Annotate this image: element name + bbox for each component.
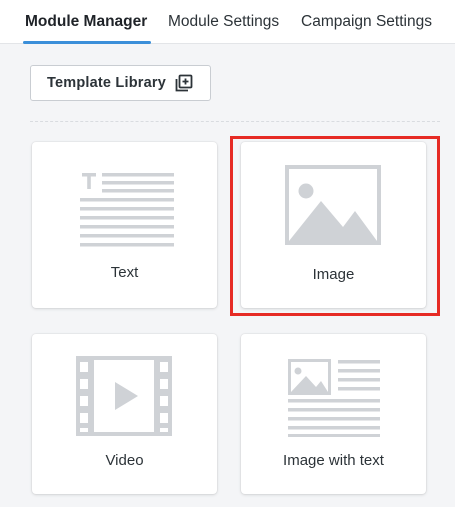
- module-card-image[interactable]: Image: [241, 142, 426, 308]
- image-placeholder-icon: [285, 165, 381, 245]
- module-card-video[interactable]: Video: [32, 334, 217, 494]
- text-block-icon: [80, 173, 174, 247]
- module-card-image-with-text[interactable]: Image with text: [241, 334, 426, 494]
- image-with-text-icon: [288, 359, 380, 437]
- module-label-image: Image: [312, 266, 355, 283]
- module-label-text: Text: [110, 264, 139, 281]
- module-card-text[interactable]: Text: [32, 142, 217, 308]
- tab-bar: Module Manager Module Settings Campaign …: [0, 0, 455, 44]
- tab-module-settings[interactable]: Module Settings: [168, 0, 279, 44]
- active-tab-indicator: [23, 41, 151, 44]
- film-strip-play-icon: [76, 356, 172, 436]
- module-manager-panel: Module Manager Module Settings Campaign …: [0, 0, 455, 507]
- module-label-video: Video: [105, 452, 144, 469]
- section-divider: [30, 121, 440, 122]
- tab-campaign-settings[interactable]: Campaign Settings: [301, 0, 432, 44]
- module-label-image-with-text: Image with text: [283, 452, 384, 469]
- template-library-button[interactable]: Template Library: [30, 65, 211, 101]
- add-to-library-icon: [175, 74, 193, 92]
- tab-module-manager[interactable]: Module Manager: [25, 0, 147, 44]
- template-library-label: Template Library: [47, 75, 166, 91]
